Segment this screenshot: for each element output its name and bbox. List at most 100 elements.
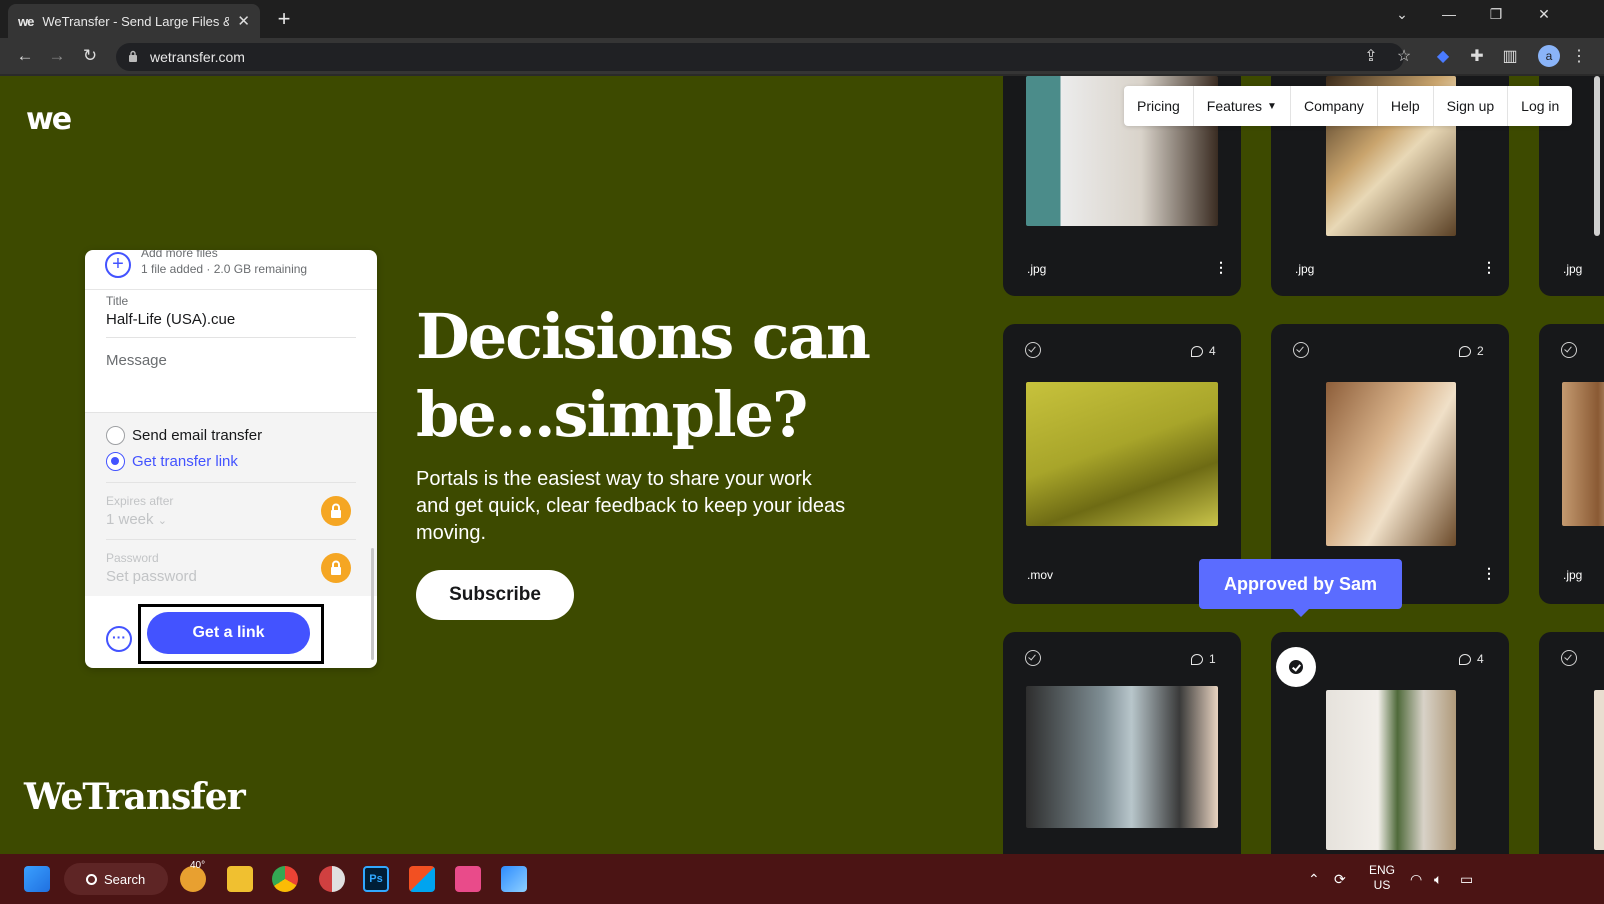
file-extension: .mov <box>1027 568 1054 582</box>
files-info: 1 file added · 2.0 GB remaining <box>141 262 308 276</box>
gallery-card[interactable] <box>1539 632 1604 854</box>
message-input[interactable]: Message <box>106 352 167 369</box>
wifi-icon[interactable]: ◠ <box>1410 871 1422 888</box>
nav-company[interactable]: Company <box>1291 86 1378 126</box>
hero-headline: Decisions can be...simple? <box>416 300 871 451</box>
close-window-button[interactable]: ✕ <box>1532 6 1556 23</box>
door-thumbnail <box>1026 686 1218 828</box>
send-email-label[interactable]: Send email transfer <box>132 427 262 444</box>
share-icon[interactable]: ⇪ <box>1360 46 1382 66</box>
approve-check-icon[interactable] <box>1561 650 1577 666</box>
send-email-radio[interactable] <box>106 426 125 445</box>
search-icon <box>86 873 97 885</box>
extension-shield-icon[interactable]: ◆ <box>1432 46 1454 66</box>
get-link-button[interactable]: Get a link <box>147 612 310 654</box>
comment-count[interactable]: 2 <box>1459 344 1484 358</box>
new-tab-button[interactable]: + <box>272 6 296 32</box>
url-text: wetransfer.com <box>150 49 245 65</box>
subscribe-button[interactable]: Subscribe <box>416 570 574 620</box>
weather-temp: 40° <box>190 860 206 871</box>
approve-check-icon[interactable] <box>1025 650 1041 666</box>
comment-count[interactable]: 1 <box>1191 652 1216 666</box>
card-menu-icon[interactable]: ⋮ <box>1482 260 1496 274</box>
divider <box>106 482 356 483</box>
wetransfer-wordmark: WeTransfer <box>24 776 246 818</box>
lock-icon[interactable] <box>321 553 351 583</box>
tab-search-chevron-icon[interactable]: ⌄ <box>1390 6 1414 23</box>
volume-icon[interactable]: 🔈︎ <box>1434 871 1442 888</box>
card-menu-icon[interactable]: ⋮ <box>1214 260 1228 274</box>
expires-select[interactable]: 1 week ⌄ <box>106 511 167 528</box>
title-input[interactable]: Half-Life (USA).cue <box>106 311 235 328</box>
approved-check-icon[interactable] <box>1276 647 1316 687</box>
panel-scrollbar[interactable] <box>371 548 374 660</box>
gallery-card[interactable]: .jpg <box>1539 324 1604 604</box>
nav-sign-up[interactable]: Sign up <box>1434 86 1509 126</box>
comment-icon <box>1191 345 1203 357</box>
comment-icon <box>1459 653 1471 665</box>
divider <box>85 412 377 413</box>
app-pink-icon[interactable] <box>455 866 481 892</box>
interior-thumbnail <box>1594 690 1604 850</box>
file-explorer-icon[interactable] <box>227 866 253 892</box>
password-input[interactable]: Set password <box>106 568 197 585</box>
app-circle-icon[interactable] <box>319 866 345 892</box>
side-panel-icon[interactable]: ▥ <box>1499 46 1521 66</box>
file-extension: .jpg <box>1563 262 1583 276</box>
profile-avatar[interactable]: a <box>1538 45 1560 67</box>
browser-menu-icon[interactable]: ⋮ <box>1568 46 1590 66</box>
store-icon[interactable] <box>409 866 435 892</box>
wetransfer-favicon-icon: we <box>18 13 34 29</box>
nav-features[interactable]: Features ▼ <box>1194 86 1291 126</box>
card-menu-icon[interactable]: ⋮ <box>1482 566 1496 580</box>
add-files-plus-icon[interactable]: + <box>105 252 131 278</box>
wetransfer-page: we .jpg ⋮ 4 .mov 1 .jpg ⋮ 2 ⋮ 4 .jpg .jp <box>0 76 1604 854</box>
more-options-icon[interactable]: ··· <box>106 626 132 652</box>
approved-tooltip: Approved by Sam <box>1199 559 1402 617</box>
lock-icon[interactable] <box>321 496 351 526</box>
taskbar-search[interactable]: Search <box>64 863 168 895</box>
close-tab-icon[interactable]: ✕ <box>237 12 250 30</box>
address-bar[interactable]: wetransfer.com <box>116 43 1404 71</box>
we-logo[interactable]: we <box>26 102 72 137</box>
cactus-thumbnail <box>1326 690 1456 850</box>
back-icon[interactable]: ← <box>14 46 36 66</box>
approve-check-icon[interactable] <box>1293 342 1309 358</box>
forward-icon[interactable]: → <box>46 46 68 66</box>
divider <box>106 337 356 338</box>
chrome-icon[interactable] <box>272 866 298 892</box>
extensions-puzzle-icon[interactable]: ✚ <box>1466 46 1488 66</box>
comment-count[interactable]: 4 <box>1191 344 1216 358</box>
nav-log-in[interactable]: Log in <box>1508 86 1572 126</box>
approve-check-icon[interactable] <box>1025 342 1041 358</box>
nav-help[interactable]: Help <box>1378 86 1434 126</box>
comment-count[interactable]: 4 <box>1459 652 1484 666</box>
get-link-label[interactable]: Get transfer link <box>132 453 238 470</box>
photoshop-icon[interactable]: Ps <box>363 866 389 892</box>
approve-check-icon[interactable] <box>1561 342 1577 358</box>
browser-tab-wetransfer[interactable]: we WeTransfer - Send Large Files & ✕ <box>8 4 260 38</box>
chair-side-thumbnail <box>1562 382 1604 526</box>
restore-button[interactable]: ❐ <box>1484 6 1508 23</box>
browser-toolbar: ← → ↻ wetransfer.com ⇪ ☆ ◆ ✚ ▥ a ⋮ <box>0 38 1604 76</box>
tray-chevron-up-icon[interactable]: ⌃ <box>1308 871 1320 888</box>
windows-start-icon[interactable] <box>24 866 50 892</box>
battery-icon[interactable]: ▭ <box>1460 871 1473 888</box>
sync-icon[interactable]: ⟳ <box>1334 871 1346 888</box>
bookmark-star-icon[interactable]: ☆ <box>1393 46 1415 66</box>
divider <box>106 539 356 540</box>
page-scrollbar[interactable] <box>1594 76 1600 236</box>
reload-icon[interactable]: ↻ <box>79 46 101 66</box>
minimize-button[interactable]: — <box>1437 6 1461 22</box>
add-more-files[interactable]: + Add more files 1 file added · 2.0 GB r… <box>85 250 377 290</box>
get-link-radio[interactable] <box>106 452 125 471</box>
tab-title: WeTransfer - Send Large Files & <box>42 13 230 29</box>
language-indicator[interactable]: ENG US <box>1366 863 1398 893</box>
nav-pricing[interactable]: Pricing <box>1124 86 1194 126</box>
lock-icon <box>129 50 137 62</box>
padlock-icon <box>331 560 341 575</box>
gallery-card[interactable]: 1 <box>1003 632 1241 854</box>
chevron-down-icon: ▼ <box>1267 100 1277 112</box>
windows-taskbar: Search 40° Ps ⌃ ⟳ ENG US ◠ 🔈︎ ▭ <box>0 854 1604 904</box>
app-blue-icon[interactable] <box>501 866 527 892</box>
